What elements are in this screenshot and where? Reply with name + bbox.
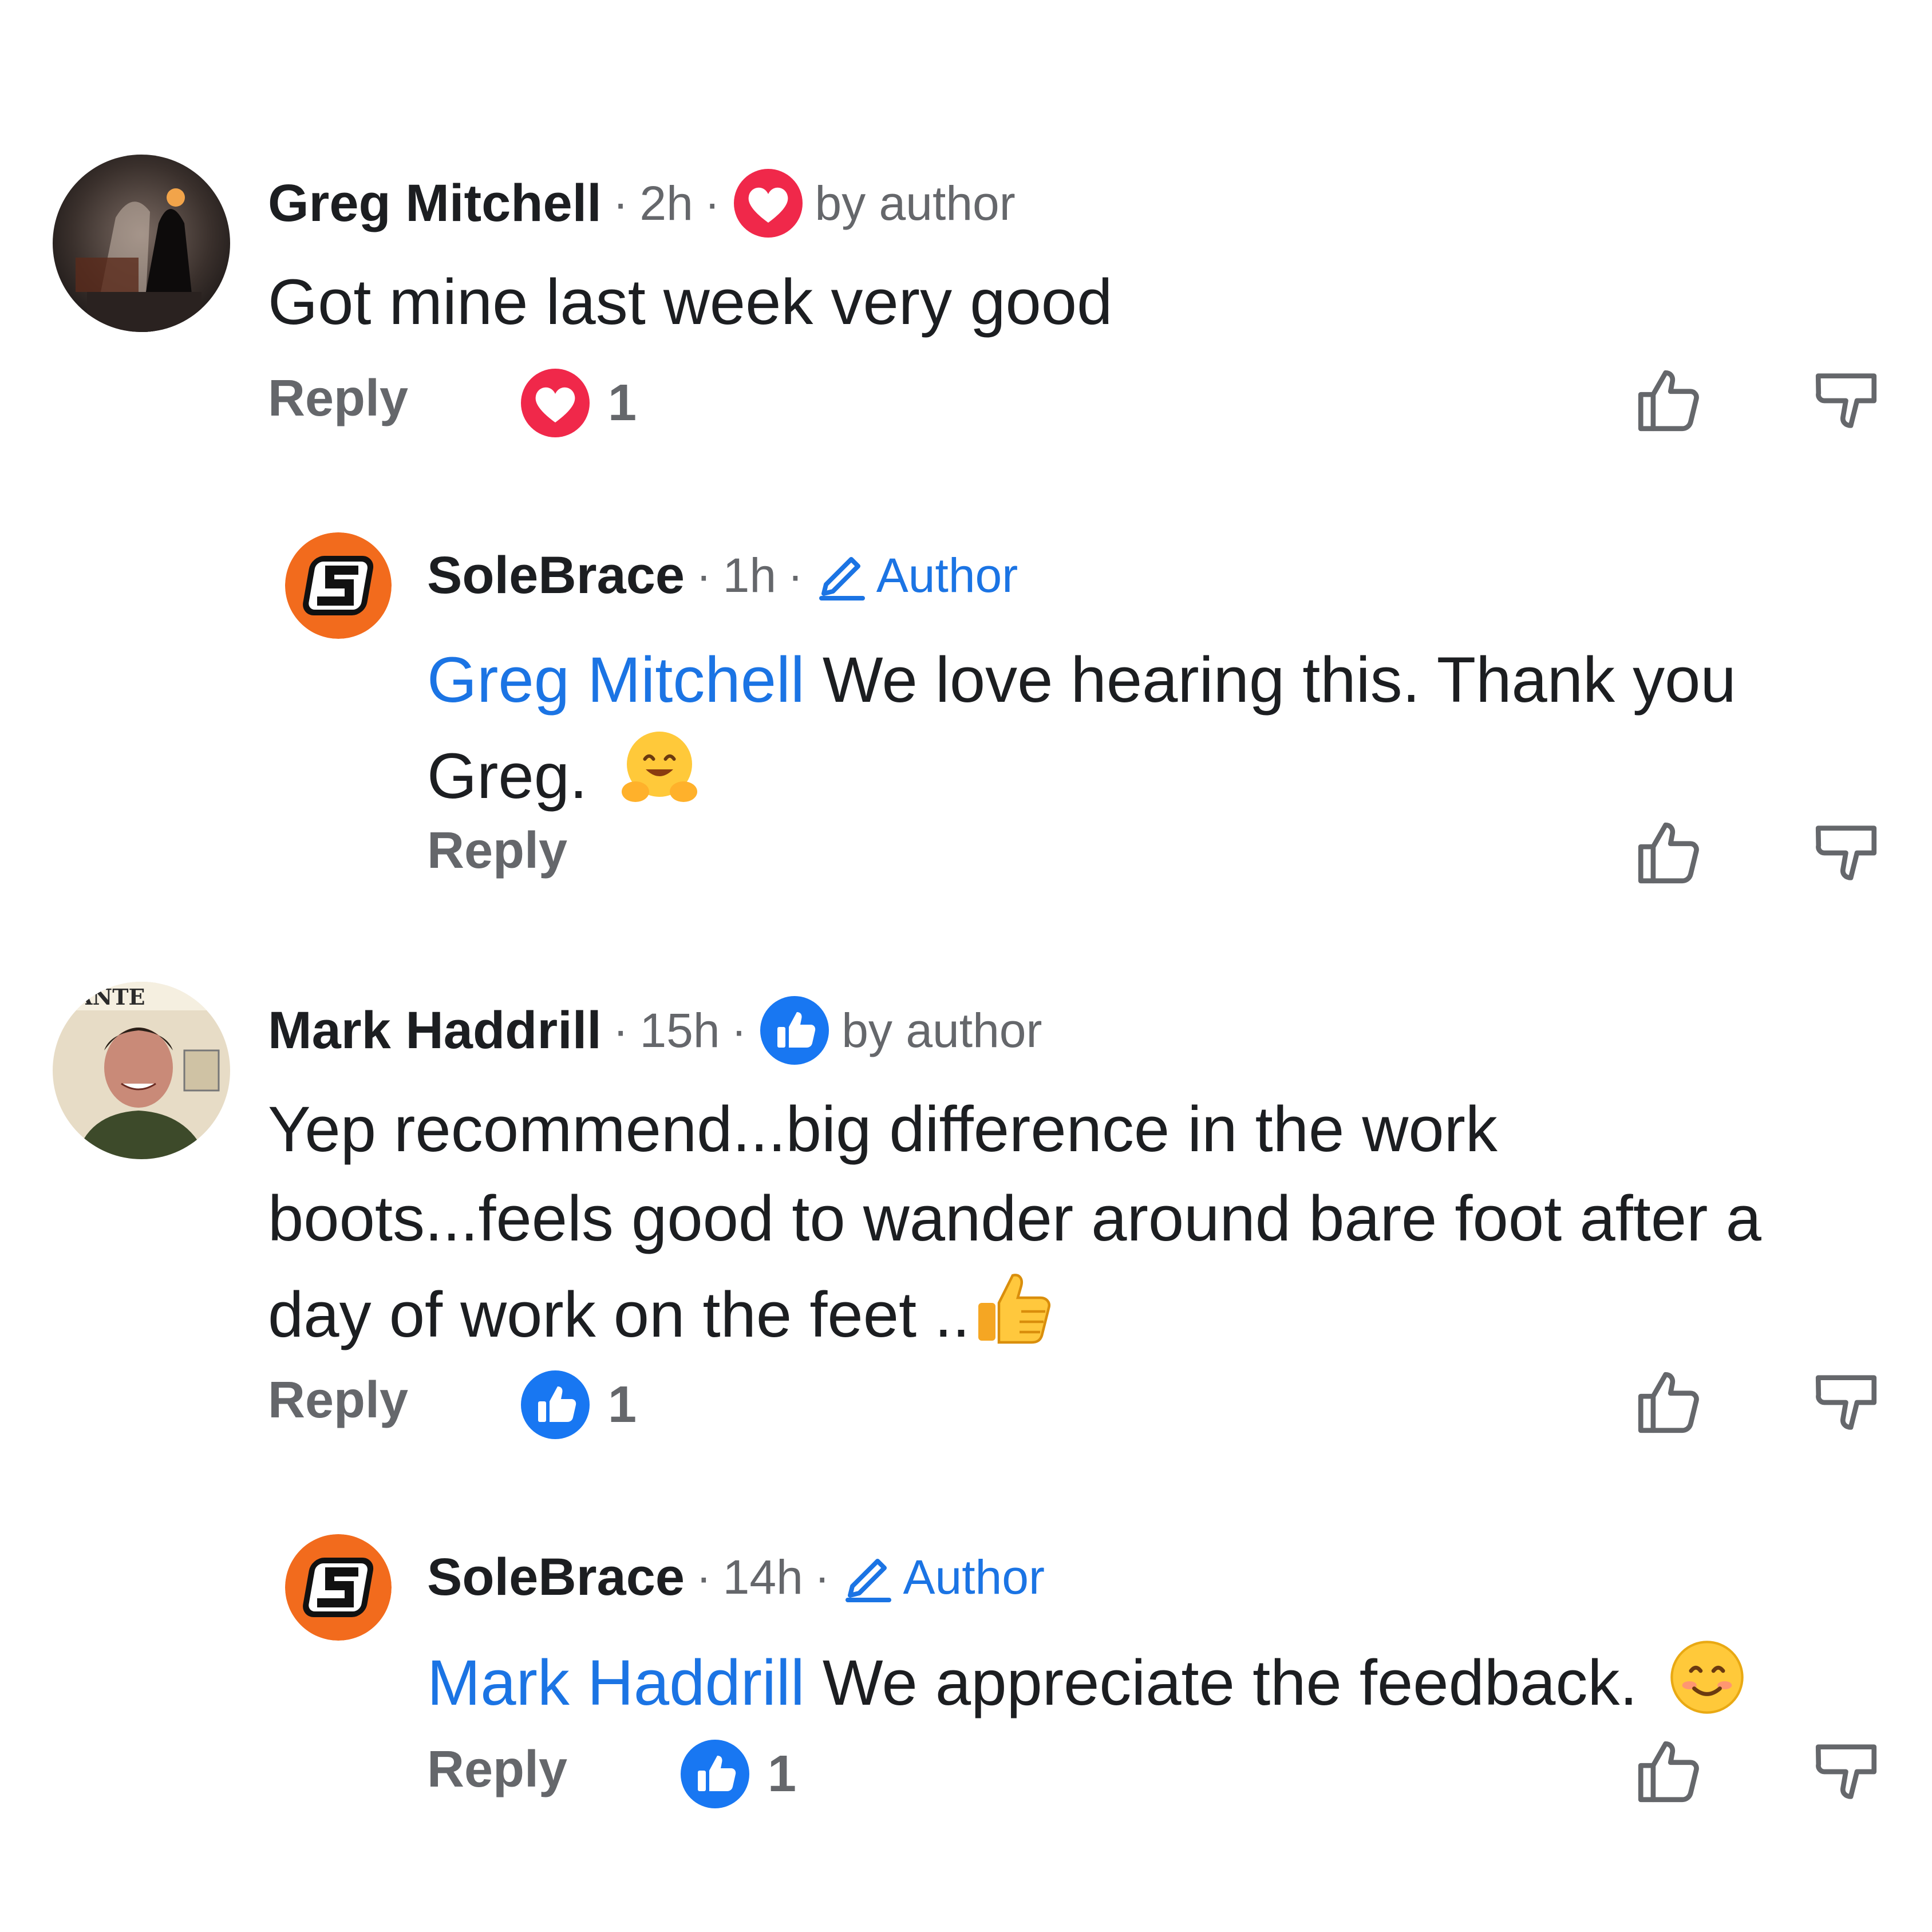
thumbs-up-outline-icon (1638, 1372, 1699, 1433)
comment-text-line-1: We love hearing this. Thank you (804, 644, 1736, 716)
reply-button[interactable]: Reply (427, 1740, 567, 1799)
timestamp[interactable]: 2h (639, 176, 693, 231)
mention-link[interactable]: Mark Haddrill (427, 1647, 805, 1718)
comment-text: Greg Mitchell We love hearing this. Than… (427, 635, 1736, 833)
separator-dot: · (613, 1005, 629, 1056)
author-name[interactable]: SoleBrace (427, 1547, 685, 1607)
thumbs-up-outline-icon (1638, 370, 1699, 432)
thumbs-down-outline-icon (1815, 825, 1877, 880)
reply-solebrace-1: SoleBrace · 1h · Author Greg Mitchell We… (0, 532, 1932, 884)
comment-text-line-2: boots...feels good to wander around bare… (268, 1183, 1761, 1254)
downvote-button[interactable] (1809, 1735, 1883, 1812)
mark-haddrill-avatar-image: ANTE (53, 982, 230, 1159)
comment-greg-mitchell: Greg Mitchell · 2h · by author Got mine … (0, 155, 1932, 437)
comment-text: Mark Haddrill We appreciate the feedback… (427, 1637, 1747, 1740)
comment-header: SoleBrace · 14h · Author (427, 1540, 1045, 1614)
separator-dot: · (613, 177, 629, 228)
mention-link[interactable]: Greg Mitchell (427, 644, 805, 716)
smiling-face-emoji-icon (1667, 1637, 1747, 1740)
reply-solebrace-2: SoleBrace · 14h · Author Mark Haddrill W… (0, 1534, 1932, 1808)
separator-dot: · (696, 550, 712, 600)
svg-text:ANTE: ANTE (75, 984, 145, 1010)
author-heart-icon (732, 167, 805, 240)
reaction-count: 1 (608, 374, 637, 432)
pencil-icon (815, 548, 870, 603)
solebrace-logo-icon (285, 532, 392, 639)
timestamp[interactable]: 14h (723, 1550, 803, 1605)
upvote-button[interactable] (1631, 1735, 1706, 1812)
avatar[interactable] (285, 1534, 392, 1641)
comment-header: Greg Mitchell · 2h · by author (268, 166, 1016, 240)
pencil-icon (841, 1550, 896, 1605)
author-badge: Author (876, 548, 1018, 602)
thumbs-down-outline-icon (1815, 1375, 1877, 1430)
heart-reaction-icon (519, 366, 592, 440)
comment-text-line-1: Yep recommend...big difference in the wo… (268, 1093, 1498, 1165)
reply-button[interactable]: Reply (268, 369, 408, 428)
comment-header: Mark Haddrill · 15h · by author (268, 993, 1042, 1068)
comment-text: Got mine last week very good (268, 266, 1113, 338)
timestamp[interactable]: 1h (723, 548, 776, 603)
separator-dot: · (731, 1005, 747, 1056)
author-name[interactable]: SoleBrace (427, 546, 685, 606)
comment-text-content: We appreciate the feedback. (804, 1647, 1638, 1718)
separator-dot: · (696, 1551, 712, 1602)
comment-text-line-2: Greg. (427, 740, 588, 812)
reaction-summary[interactable]: 1 (519, 1368, 637, 1441)
downvote-button[interactable] (1809, 816, 1883, 893)
reply-button[interactable]: Reply (427, 821, 567, 880)
upvote-button[interactable] (1631, 1365, 1706, 1443)
reaction-summary[interactable]: 1 (678, 1737, 796, 1811)
author-like-icon (758, 994, 831, 1067)
comment-text: Yep recommend...big difference in the wo… (268, 1085, 1761, 1372)
downvote-button[interactable] (1809, 364, 1883, 441)
upvote-button[interactable] (1631, 816, 1706, 893)
thumbs-up-outline-icon (1638, 822, 1699, 884)
upvote-button[interactable] (1631, 364, 1706, 441)
solebrace-logo-icon (285, 1534, 392, 1641)
thumbs-down-outline-icon (1815, 373, 1877, 428)
reaction-count: 1 (608, 1376, 637, 1433)
thumbs-down-outline-icon (1815, 1744, 1877, 1799)
separator-dot: · (814, 1551, 830, 1602)
separator-dot: · (788, 550, 803, 600)
avatar[interactable] (285, 532, 392, 639)
liked-by-author-label: by author (841, 1003, 1042, 1057)
comment-header: SoleBrace · 1h · Author (427, 538, 1018, 613)
separator-dot: · (704, 177, 720, 228)
reaction-count: 1 (768, 1745, 797, 1803)
author-name[interactable]: Greg Mitchell (268, 173, 602, 234)
avatar[interactable] (53, 155, 230, 332)
timestamp[interactable]: 15h (639, 1003, 720, 1058)
downvote-button[interactable] (1809, 1365, 1883, 1443)
reply-button[interactable]: Reply (268, 1371, 408, 1430)
thumbs-up-outline-icon (1638, 1741, 1699, 1803)
comment-text-line-3: day of work on the feet .. (268, 1279, 970, 1350)
author-badge: Author (903, 1550, 1045, 1604)
comment-mark-haddrill: ANTE Mark Haddrill · 15h · by author Yep… (0, 982, 1932, 1439)
thumbs-up-emoji-icon (970, 1263, 1056, 1372)
author-name[interactable]: Mark Haddrill (268, 1001, 602, 1061)
liked-by-author-label: by author (815, 176, 1016, 230)
like-reaction-icon (519, 1368, 592, 1441)
greg-mitchell-avatar-image (53, 155, 230, 332)
avatar[interactable]: ANTE (53, 982, 230, 1159)
like-reaction-icon (678, 1737, 752, 1811)
reaction-summary[interactable]: 1 (519, 366, 637, 440)
hugging-face-emoji-icon (617, 725, 702, 833)
